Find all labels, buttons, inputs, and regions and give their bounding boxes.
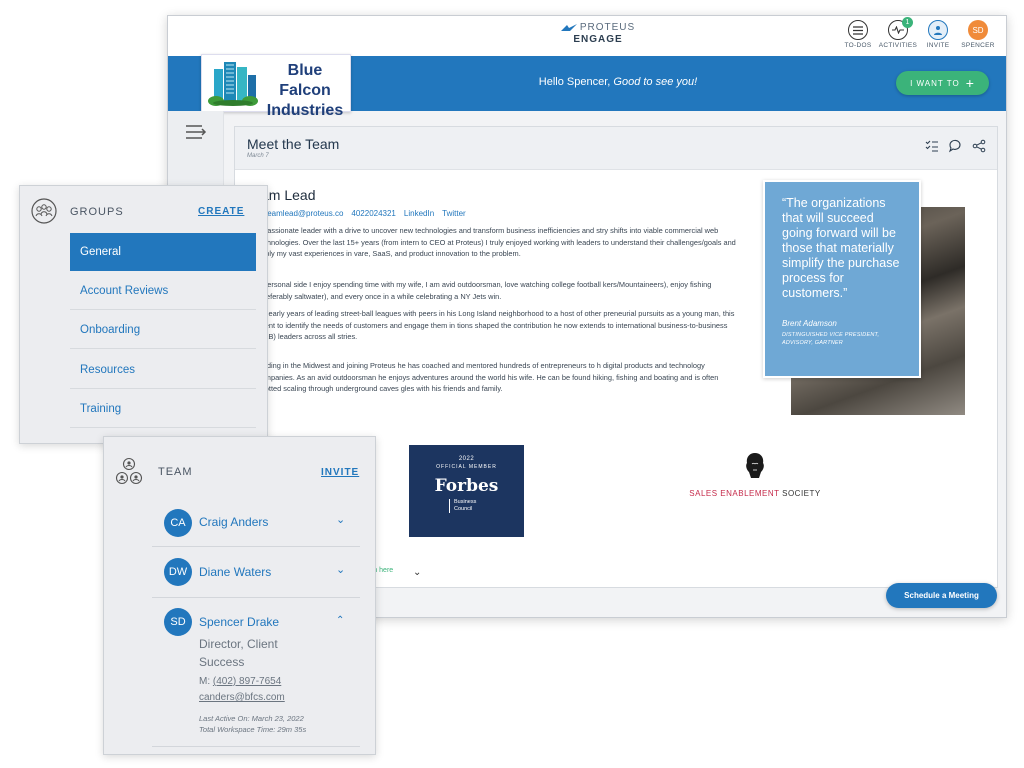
comment-icon[interactable]	[948, 139, 962, 153]
forbes-wordmark: Forbes	[434, 476, 499, 496]
forbes-council-badge: 2022 OFFICIAL MEMBER Forbes Business Cou…	[409, 445, 524, 537]
brand-line1: PROTEUS	[579, 22, 636, 33]
activities-button[interactable]: 1 ACTIVITIES	[878, 17, 918, 54]
content-header: Meet the Team March 7	[235, 127, 997, 170]
member-name[interactable]: Craig Anders	[199, 515, 268, 529]
schedule-meeting-button[interactable]: Schedule a Meeting	[886, 583, 997, 608]
team-label: TEAM	[158, 466, 193, 478]
group-item-onboarding[interactable]: Onboarding	[70, 311, 256, 349]
ses-society-text: SOCIETY	[782, 489, 821, 498]
linkedin-link[interactable]: LinkedIn	[404, 209, 434, 218]
avatar: DW	[164, 558, 192, 586]
greeting-emphasis: Good to see you!	[613, 76, 698, 88]
greeting: Hello Spencer, Good to see you!	[428, 76, 808, 88]
bio-paragraph: his early years of leading street-ball l…	[257, 309, 735, 341]
expand-menu-icon[interactable]	[186, 125, 208, 139]
avatar: CA	[164, 509, 192, 537]
invite-link[interactable]: INVITE	[321, 467, 359, 478]
group-item-training[interactable]: Training	[70, 390, 256, 428]
group-item-account-reviews[interactable]: Account Reviews	[70, 272, 256, 310]
logo-line2: Industries	[266, 102, 344, 119]
invite-label: INVITE	[926, 42, 950, 49]
checklist-icon[interactable]	[925, 139, 939, 153]
team-member-row-expanded[interactable]: SD Spencer Drake ⌃ Director, Client Succ…	[152, 599, 360, 747]
phone-prefix: M:	[199, 676, 211, 687]
brand-line2: ENGAGE	[573, 34, 623, 45]
member-email-link[interactable]: canders@bfcs.com	[199, 692, 285, 703]
bio-paragraph: a passionate leader with a drive to unco…	[257, 226, 736, 258]
avatar: SD	[164, 608, 192, 636]
activities-badge: 1	[902, 17, 913, 28]
group-item-resources[interactable]: Resources	[70, 351, 256, 389]
todos-button[interactable]: TO-DOS	[838, 20, 878, 54]
chevron-down-icon[interactable]: ⌄	[336, 563, 345, 576]
email-link[interactable]: teamlead@proteus.co	[265, 209, 343, 218]
company-logo: Blue Falcon Industries	[201, 54, 351, 119]
contact-line: teamlead@proteus.co 4022024321 LinkedIn …	[265, 209, 466, 218]
chevron-down-icon[interactable]: ⌄	[336, 513, 345, 526]
profile-button[interactable]: SD SPENCER	[958, 20, 998, 54]
chevron-down-icon[interactable]: ⌄	[413, 567, 421, 578]
page-title: Meet the Team	[247, 136, 340, 152]
todo-list-icon	[848, 20, 868, 40]
plus-icon: +	[965, 75, 975, 91]
member-name[interactable]: Diane Waters	[199, 565, 271, 579]
invite-button[interactable]: INVITE	[918, 20, 958, 54]
forbes-year: 2022	[458, 456, 475, 462]
team-icon	[115, 457, 143, 485]
quote-text: “The organizations that will succeed goi…	[782, 196, 900, 300]
group-item-general[interactable]: General	[70, 233, 256, 271]
proteus-engage-logo[interactable]: PROTEUS ENGAGE	[548, 22, 648, 52]
team-member-row[interactable]: CA Craig Anders ⌄	[152, 499, 360, 547]
quote-role: DISTINGUISHED VICE PRESIDENT, ADVISORY, …	[782, 332, 880, 346]
logo-line1: Blue Falcon	[279, 62, 331, 99]
building-logo-icon	[208, 62, 258, 106]
quote-card: “The organizations that will succeed goi…	[763, 180, 921, 378]
bio-paragraph: e personal side I enjoy spending time wi…	[257, 280, 712, 301]
proteus-wing-icon	[560, 23, 577, 31]
member-last-active: Last Active On: March 23, 2022	[199, 714, 304, 723]
todos-label: TO-DOS	[844, 42, 872, 49]
user-avatar: SD	[968, 20, 988, 40]
team-card: TEAM INVITE CA Craig Anders ⌄ DW Diane W…	[103, 436, 376, 755]
top-bar: PROTEUS ENGAGE TO-DOS 1 ACTIVITIES INVIT…	[168, 16, 1006, 56]
member-title: Director, Client Success	[199, 637, 278, 669]
member-name[interactable]: Spencer Drake	[199, 615, 279, 629]
bio-paragraph: landing in the Midwest and joining Prote…	[257, 361, 719, 393]
chevron-up-icon[interactable]: ⌃	[336, 615, 344, 626]
i-want-to-button[interactable]: I WANT TO +	[896, 71, 989, 95]
quote-author: Brent Adamson	[782, 319, 837, 328]
lion-head-icon	[746, 453, 764, 478]
forbes-member: OFFICIAL MEMBER	[436, 464, 497, 470]
team-member-row[interactable]: DW Diane Waters ⌄	[152, 548, 360, 598]
groups-icon	[31, 198, 57, 224]
lead-name: am Lead	[261, 187, 316, 203]
groups-card: GROUPS CREATE General Account Reviews On…	[19, 185, 268, 444]
page-date: March 7	[247, 153, 269, 159]
phone-link[interactable]: 4022024321	[351, 209, 396, 218]
activities-label: ACTIVITIES	[878, 42, 918, 49]
twitter-link[interactable]: Twitter	[442, 209, 466, 218]
profile-label: SPENCER	[961, 42, 995, 49]
i-want-to-label: I WANT TO	[910, 78, 960, 88]
invite-people-icon	[928, 20, 948, 40]
forbes-council: Business Council	[449, 499, 489, 513]
create-group-link[interactable]: CREATE	[198, 206, 244, 217]
activity-pulse-icon: 1	[888, 17, 913, 40]
member-phone-link[interactable]: (402) 897-7654	[213, 676, 281, 687]
member-phone: M: (402) 897-7654	[199, 676, 281, 687]
ses-sales-text: SALES ENABLEMENT	[689, 489, 780, 498]
greeting-text: Hello Spencer,	[538, 76, 611, 88]
sales-enablement-society-logo: SALES ENABLEMENT SOCIETY	[680, 452, 830, 498]
member-workspace-time: Total Workspace Time: 29m 35s	[199, 725, 307, 734]
share-icon[interactable]	[972, 139, 986, 153]
groups-label: GROUPS	[70, 206, 124, 218]
